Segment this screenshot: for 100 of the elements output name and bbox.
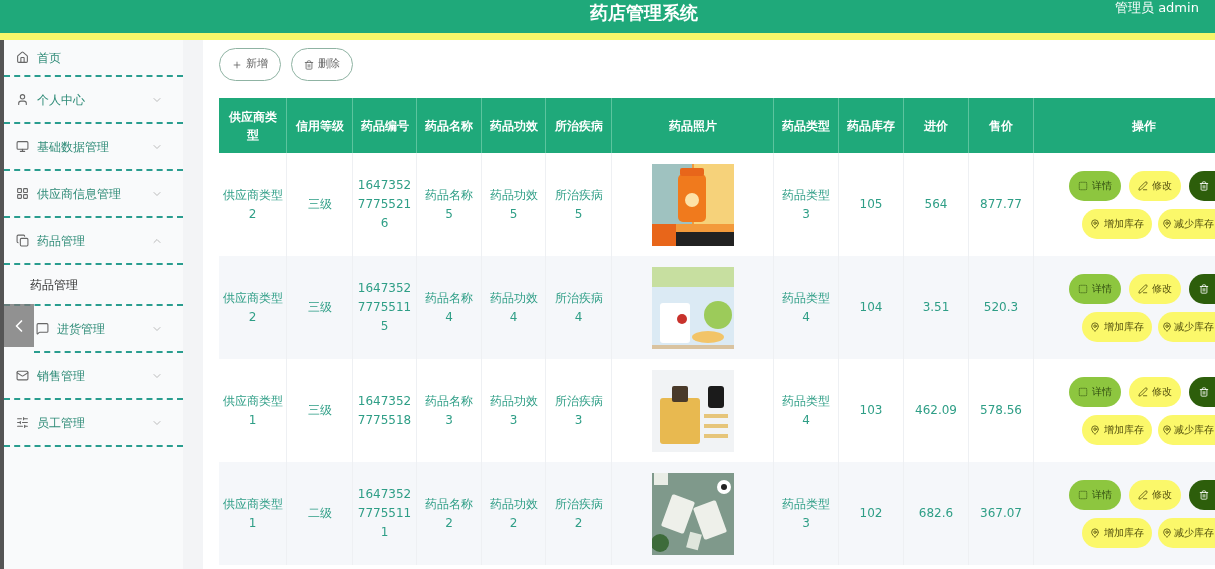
reduce-stock-button[interactable]: 减少库存 — [1158, 517, 1215, 548]
document-icon — [1078, 180, 1088, 191]
trash-icon — [1199, 386, 1209, 397]
detail-button[interactable]: 详情 — [1069, 479, 1121, 510]
pen-icon — [1138, 180, 1148, 191]
table-cell-text: 三级 — [306, 196, 333, 213]
table-cell-text: 药品功效 2 — [488, 495, 539, 532]
table-cell-text: 3.51 — [921, 299, 951, 316]
delete-button[interactable] — [1189, 376, 1215, 407]
pin-icon — [1090, 218, 1100, 229]
trash-icon — [304, 59, 314, 70]
table-cell-text: 682.6 — [917, 505, 955, 522]
sidebar-label: 进货管理 — [57, 320, 106, 338]
table-cell-text: 102 — [858, 505, 884, 522]
table-cell-text: 104 — [858, 299, 884, 316]
table-cell-text: 药品功效 4 — [488, 289, 539, 326]
sidebar-label: 药品管理 — [37, 232, 86, 250]
table-cell-text: 药品功效 5 — [488, 186, 539, 223]
copy-icon — [16, 234, 29, 247]
delete-button[interactable]: 删除 — [291, 48, 353, 81]
sidebar-label: 员工管理 — [37, 414, 86, 432]
pin-icon — [1090, 321, 1100, 332]
table-cell-text: 16473527775521 6 — [356, 177, 413, 232]
table-cell-text: 供应商类型1 — [221, 495, 284, 532]
table-cell-text: 药品功效 3 — [488, 392, 539, 429]
add-stock-button[interactable]: 增加库存 — [1082, 414, 1152, 445]
sidebar-label: 个人中心 — [37, 91, 86, 109]
table-cell-text: 供应商类型2 — [221, 186, 284, 223]
reduce-stock-button[interactable]: 减少库存 — [1158, 414, 1215, 445]
table-cell-text: 药品类型 4 — [781, 392, 831, 429]
edit-button[interactable]: 修改 — [1129, 273, 1181, 304]
plus-icon — [232, 59, 242, 70]
sidebar-label: 供应商信息管理 — [37, 185, 122, 203]
table-cell-text: 578.56 — [979, 402, 1023, 419]
delete-button[interactable] — [1189, 170, 1215, 201]
table-cell-text: 462.09 — [914, 402, 958, 419]
app-title: 药店管理系统 — [590, 2, 698, 24]
table-cell-text: 药品类型 3 — [781, 495, 831, 532]
table-cell-text: 所治疾病 4 — [553, 289, 604, 326]
pin-icon — [1162, 424, 1172, 435]
pin-icon — [1162, 218, 1172, 229]
table-cell-text: 所治疾病 2 — [553, 495, 604, 532]
table-cell-text: 16473527775511 1 — [356, 486, 413, 541]
pin-icon — [1090, 424, 1100, 435]
trash-icon — [1199, 283, 1209, 294]
add-button[interactable]: 新增 — [219, 48, 281, 81]
table-cell-text: 所治疾病 5 — [553, 186, 604, 223]
reduce-stock-button[interactable]: 减少库存 — [1158, 208, 1215, 239]
edit-button[interactable]: 修改 — [1129, 376, 1181, 407]
table-cell-text: 367.07 — [979, 505, 1023, 522]
table-cell-text: 三级 — [306, 299, 333, 316]
table-cell-text: 877.77 — [979, 196, 1023, 213]
table-cell-text: 供应商类型1 — [221, 392, 284, 429]
pen-icon — [1138, 283, 1148, 294]
sidebar-label: 首页 — [37, 49, 62, 67]
table-cell-text: 所治疾病 3 — [553, 392, 604, 429]
delete-button[interactable] — [1189, 479, 1215, 510]
document-icon — [1078, 283, 1088, 294]
sidebar-label: 基础数据管理 — [37, 138, 110, 156]
mail-icon — [16, 369, 29, 382]
user-label: 管理员 admin — [1115, 0, 1199, 16]
add-stock-button[interactable]: 增加库存 — [1082, 311, 1152, 342]
delete-button[interactable] — [1189, 273, 1215, 304]
table-cell-text: 520.3 — [982, 299, 1020, 316]
table-cell-text: 药品名称 4 — [424, 289, 474, 326]
edit-button[interactable]: 修改 — [1129, 479, 1181, 510]
home-icon — [16, 51, 29, 64]
table-cell-text: 药品名称 3 — [424, 392, 474, 429]
table-cell-text: 供应商类型2 — [221, 289, 284, 326]
table-cell-text: 药品类型 3 — [781, 186, 831, 223]
add-stock-button[interactable]: 增加库存 — [1082, 517, 1152, 548]
add-stock-button[interactable]: 增加库存 — [1082, 208, 1152, 239]
pin-icon — [1162, 527, 1172, 538]
sidebar-label: 销售管理 — [37, 367, 86, 385]
trash-icon — [1199, 180, 1209, 191]
pen-icon — [1138, 489, 1148, 500]
table-cell-text: 103 — [858, 402, 884, 419]
reduce-stock-button[interactable]: 减少库存 — [1158, 311, 1215, 342]
pin-icon — [1162, 321, 1172, 332]
table-cell-text: 564 — [923, 196, 949, 213]
grid-icon — [16, 187, 29, 200]
table-cell-text: 药品名称 2 — [424, 495, 474, 532]
document-icon — [1078, 386, 1088, 397]
table-cell-text: 二级 — [306, 505, 333, 522]
sliders-icon — [16, 416, 29, 429]
user-icon — [16, 93, 29, 106]
table-cell-text: 16473527775511 5 — [356, 280, 413, 335]
chat-icon — [36, 322, 49, 335]
table-cell-text: 105 — [858, 196, 884, 213]
trash-icon — [1199, 489, 1209, 500]
edit-button[interactable]: 修改 — [1129, 170, 1181, 201]
detail-button[interactable]: 详情 — [1069, 170, 1121, 201]
pin-icon — [1090, 527, 1100, 538]
pen-icon — [1138, 386, 1148, 397]
table-cell-text: 16473527775518 — [356, 392, 413, 429]
detail-button[interactable]: 详情 — [1069, 273, 1121, 304]
document-icon — [1078, 489, 1088, 500]
detail-button[interactable]: 详情 — [1069, 376, 1121, 407]
monitor-icon — [16, 140, 29, 153]
table-cell-text: 药品类型 4 — [781, 289, 831, 326]
